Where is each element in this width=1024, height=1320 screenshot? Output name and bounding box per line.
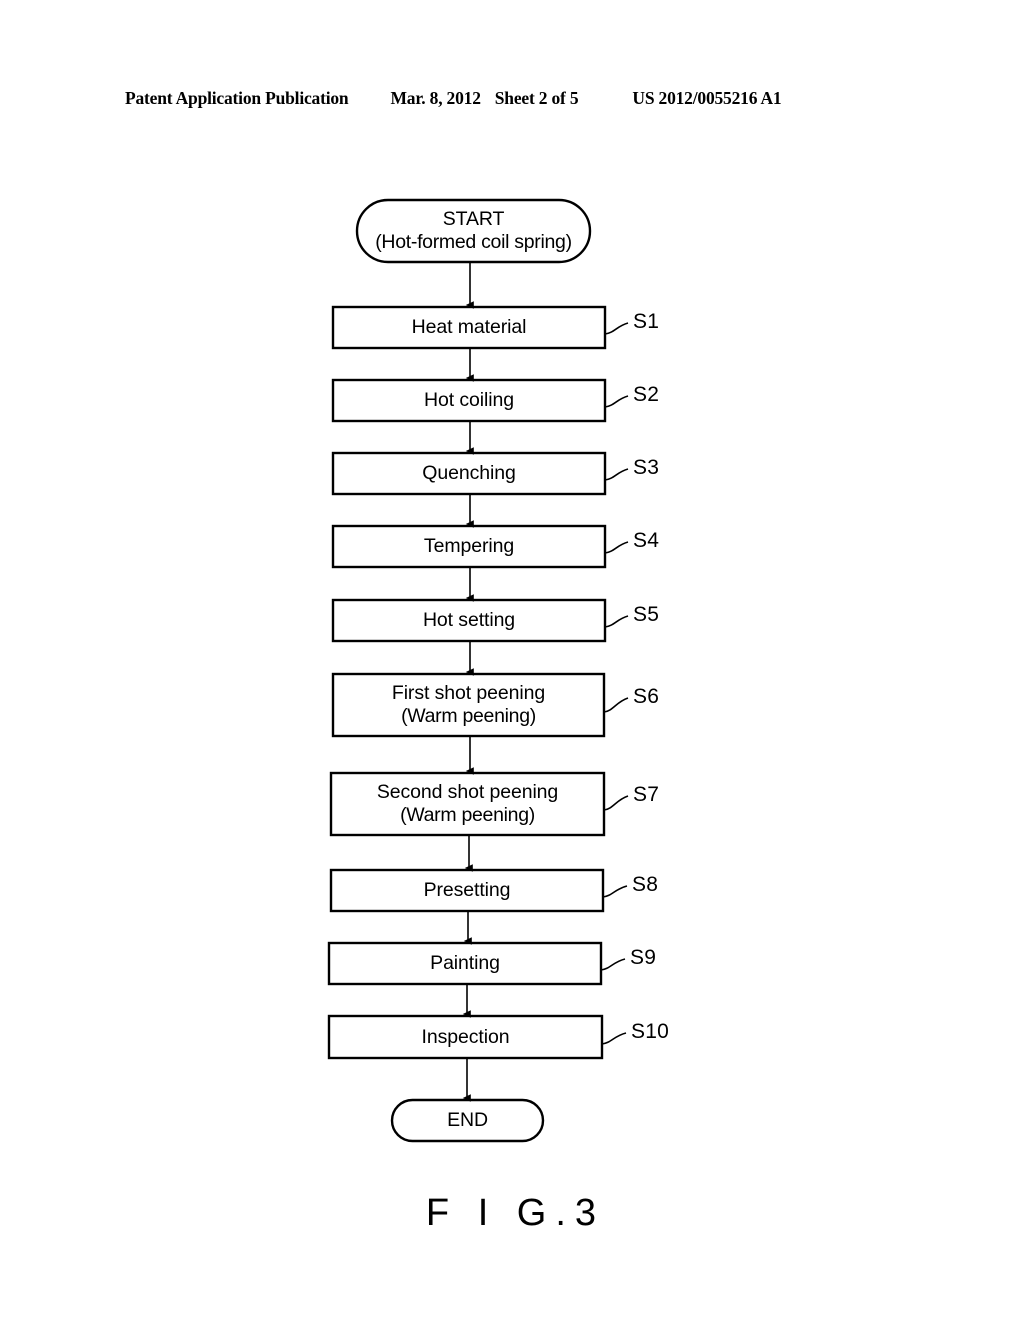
step-reference-s4: S4	[633, 529, 660, 552]
leader-line-s8	[602, 885, 628, 898]
step-reference-s6: S6	[633, 685, 660, 708]
figure-3-flowchart: START (Hot-formed coil spring) Heat mate…	[0, 0, 1024, 1320]
step-box-s5	[331, 598, 607, 643]
figure-caption: F I G.3	[0, 1192, 1024, 1235]
step-reference-s5: S5	[633, 603, 660, 626]
leader-line-s3	[604, 468, 629, 481]
step-box-s6	[331, 672, 606, 738]
step-box-s3	[331, 451, 607, 496]
leader-line-s9	[600, 958, 626, 971]
step-reference-s9: S9	[630, 946, 657, 969]
leader-line-s7	[603, 795, 629, 811]
end-node-shape	[390, 1098, 545, 1143]
leader-line-s5	[604, 615, 629, 628]
leader-line-s4	[604, 541, 629, 554]
leader-line-s1	[604, 322, 629, 335]
leader-line-s10	[601, 1032, 627, 1045]
figure-caption-number: 3	[574, 1192, 599, 1234]
step-box-s7	[329, 771, 606, 837]
step-box-s9	[327, 941, 603, 986]
start-node-shape	[355, 198, 592, 264]
step-box-s1	[331, 305, 607, 350]
step-reference-s2: S2	[633, 383, 660, 406]
step-reference-s1: S1	[633, 310, 660, 333]
step-box-s2	[331, 378, 607, 423]
leader-line-s6	[603, 697, 629, 713]
flowchart-diagram	[327, 198, 629, 1143]
step-reference-s10: S10	[631, 1020, 669, 1043]
step-box-s10	[327, 1014, 604, 1060]
leader-line-s2	[604, 395, 629, 408]
step-reference-s7: S7	[633, 783, 660, 806]
step-reference-s3: S3	[633, 456, 660, 479]
figure-caption-prefix: F I G.	[425, 1192, 575, 1234]
step-box-s8	[329, 868, 605, 913]
step-box-s4	[331, 524, 607, 569]
step-reference-s8: S8	[632, 873, 659, 896]
